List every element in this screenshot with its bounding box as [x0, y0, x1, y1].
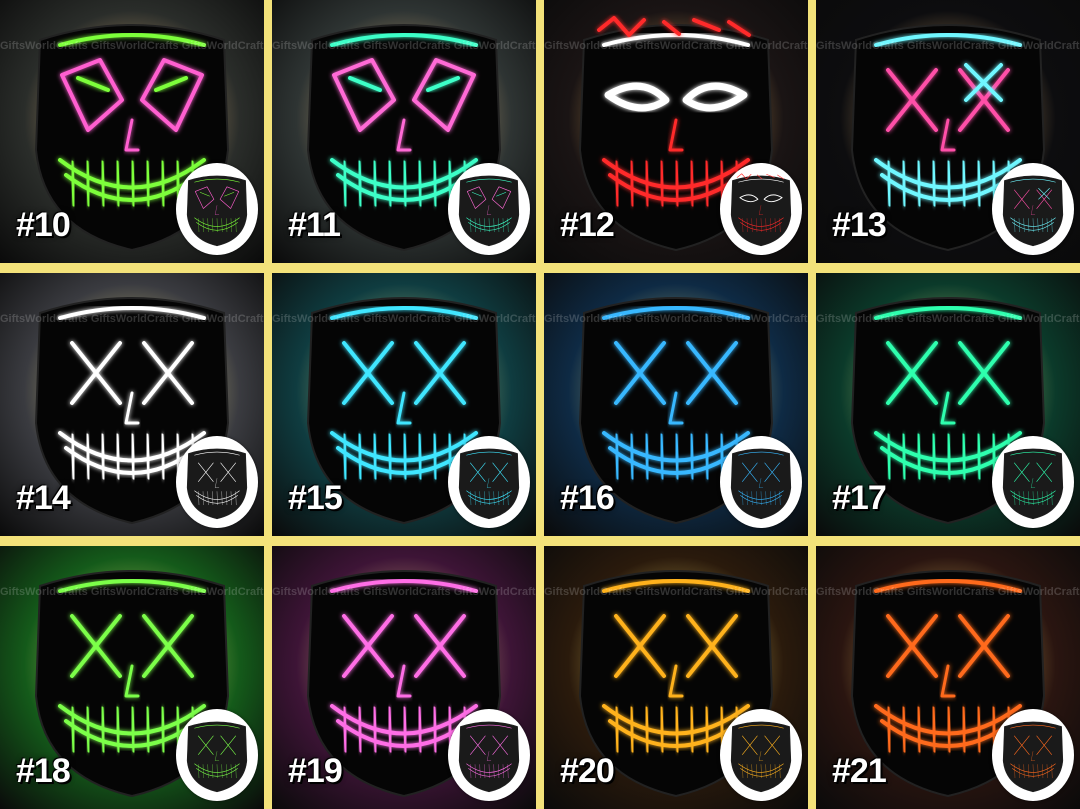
unlit-mask-inset — [448, 709, 530, 801]
mask-number-label: #12 — [560, 206, 615, 244]
mask-number-label: #11 — [288, 206, 341, 244]
mask-tile: #17 GiftsWorldCrafts GiftsWorldCrafts Gif… — [816, 273, 1080, 536]
mask-tile: #19 GiftsWorldCrafts GiftsWorldCrafts Gif… — [272, 546, 536, 809]
mask-number-label: #15 — [288, 479, 343, 517]
watermark-text: GiftsWorldCrafts GiftsWorldCrafts GiftsW… — [0, 40, 264, 52]
unlit-mask-inset — [448, 436, 530, 528]
watermark-text: GiftsWorldCrafts GiftsWorldCrafts GiftsW… — [544, 40, 808, 52]
mask-number-label: #20 — [560, 752, 615, 790]
unlit-mask-inset — [720, 709, 802, 801]
mask-product-grid: #10 GiftsWorldCrafts GiftsWorldCrafts Gif… — [0, 0, 1080, 809]
watermark-text: GiftsWorldCrafts GiftsWorldCrafts GiftsW… — [0, 313, 264, 325]
mask-tile: #20 GiftsWorldCrafts GiftsWorldCrafts Gif… — [544, 546, 808, 809]
mask-number-label: #18 — [16, 752, 71, 790]
mask-number-label: #21 — [832, 752, 887, 790]
watermark-text: GiftsWorldCrafts GiftsWorldCrafts GiftsW… — [816, 586, 1080, 598]
watermark-text: GiftsWorldCrafts GiftsWorldCrafts GiftsW… — [544, 313, 808, 325]
watermark-text: GiftsWorldCrafts GiftsWorldCrafts GiftsW… — [272, 313, 536, 325]
watermark-text: GiftsWorldCrafts GiftsWorldCrafts GiftsW… — [544, 586, 808, 598]
mask-tile: #18 GiftsWorldCrafts GiftsWorldCrafts Gif… — [0, 546, 264, 809]
unlit-mask-inset — [176, 163, 258, 255]
mask-tile: #11 GiftsWorldCrafts GiftsWorldCrafts Gif… — [272, 0, 536, 263]
unlit-mask-inset — [720, 436, 802, 528]
unlit-mask-inset — [992, 163, 1074, 255]
mask-number-label: #19 — [288, 752, 343, 790]
watermark-text: GiftsWorldCrafts GiftsWorldCrafts GiftsW… — [272, 586, 536, 598]
unlit-mask-inset — [448, 163, 530, 255]
mask-number-label: #14 — [16, 479, 71, 517]
mask-number-label: #10 — [16, 206, 71, 244]
mask-tile: #10 GiftsWorldCrafts GiftsWorldCrafts Gif… — [0, 0, 264, 263]
mask-tile: #12 GiftsWorldCrafts GiftsWorldCrafts Gif… — [544, 0, 808, 263]
mask-tile: #16 GiftsWorldCrafts GiftsWorldCrafts Gif… — [544, 273, 808, 536]
watermark-text: GiftsWorldCrafts GiftsWorldCrafts GiftsW… — [272, 40, 536, 52]
watermark-text: GiftsWorldCrafts GiftsWorldCrafts GiftsW… — [816, 313, 1080, 325]
mask-number-label: #16 — [560, 479, 615, 517]
unlit-mask-inset — [176, 709, 258, 801]
unlit-mask-inset — [176, 436, 258, 528]
mask-number-label: #13 — [832, 206, 887, 244]
mask-tile: #13 GiftsWorldCrafts GiftsWorldCrafts Gif… — [816, 0, 1080, 263]
mask-number-label: #17 — [832, 479, 887, 517]
watermark-text: GiftsWorldCrafts GiftsWorldCrafts GiftsW… — [0, 586, 264, 598]
watermark-text: GiftsWorldCrafts GiftsWorldCrafts GiftsW… — [816, 40, 1080, 52]
mask-tile: #14 GiftsWorldCrafts GiftsWorldCrafts Gif… — [0, 273, 264, 536]
mask-tile: #21 GiftsWorldCrafts GiftsWorldCrafts Gif… — [816, 546, 1080, 809]
unlit-mask-inset — [992, 709, 1074, 801]
unlit-mask-inset — [720, 163, 802, 255]
mask-tile: #15 GiftsWorldCrafts GiftsWorldCrafts Gif… — [272, 273, 536, 536]
unlit-mask-inset — [992, 436, 1074, 528]
